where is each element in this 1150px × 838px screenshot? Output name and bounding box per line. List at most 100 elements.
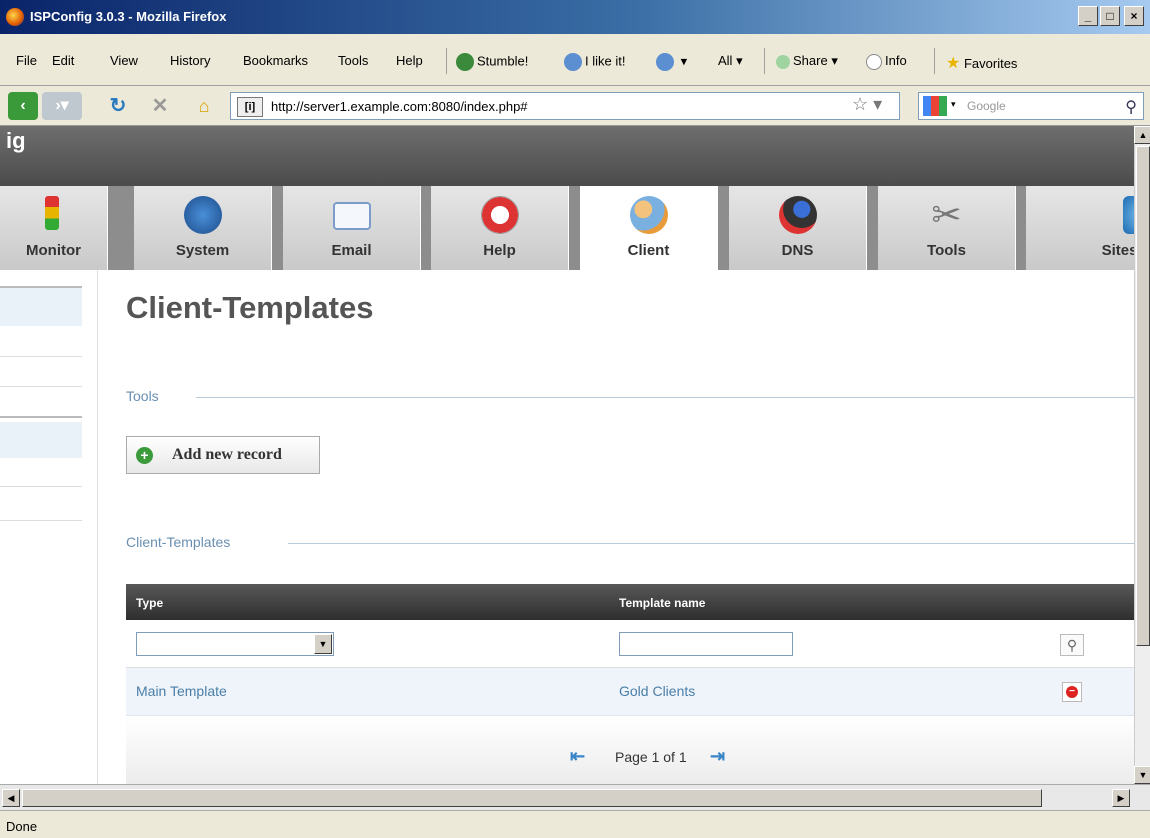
- globe-folder-icon: [1123, 196, 1134, 234]
- last-page-icon[interactable]: ⇥: [710, 746, 725, 767]
- sidebar-divider: [0, 486, 82, 487]
- home-icon[interactable]: ⌂: [190, 92, 218, 120]
- traffic-light-icon: [45, 196, 60, 230]
- table-header: Type Template name: [126, 584, 1134, 620]
- envelope-icon: [332, 202, 371, 230]
- magnifier-icon[interactable]: ⚲: [1125, 97, 1137, 117]
- ilike-label: I like it!: [585, 53, 626, 69]
- reload-icon[interactable]: ↻: [104, 92, 132, 120]
- tab-system[interactable]: System: [134, 186, 272, 270]
- first-page-icon[interactable]: ⇤: [570, 746, 585, 767]
- menu-view[interactable]: View: [110, 53, 138, 68]
- firefox-window: ISPConfig 3.0.3 - Mozilla Firefox _ □ × …: [0, 0, 1150, 838]
- google-icon[interactable]: [923, 96, 947, 116]
- tab-client[interactable]: Client: [580, 186, 718, 270]
- template-name-filter-input[interactable]: [619, 632, 793, 656]
- stumble-button[interactable]: Stumble!: [456, 53, 528, 71]
- ilike-button[interactable]: I like it!: [564, 53, 625, 71]
- horizontal-scrollbar[interactable]: ◀ ▶: [0, 784, 1150, 810]
- stop-icon[interactable]: ✕: [146, 92, 174, 120]
- module-tabs: Monitor System Email Help Client DNS ✂ T…: [0, 186, 1134, 270]
- tab-help[interactable]: Help: [431, 186, 569, 270]
- menu-file[interactable]: File: [16, 53, 37, 68]
- tab-tools[interactable]: ✂ Tools: [878, 186, 1016, 270]
- bookmark-star-icon[interactable]: ☆ ▾: [852, 94, 882, 115]
- search-box[interactable]: ▾ Google ⚲: [918, 92, 1144, 120]
- tab-dns[interactable]: DNS: [729, 186, 867, 270]
- favorites-button[interactable]: ★ Favorites: [946, 53, 1017, 73]
- add-new-record-button[interactable]: + Add new record: [126, 436, 320, 474]
- section-label: Client-Templates: [126, 534, 231, 550]
- minimize-button[interactable]: _: [1078, 6, 1098, 26]
- navigation-toolbar: ‹ ›▾ ↻ ✕ ⌂ [i] http://server1.example.co…: [0, 86, 1150, 126]
- filter-row: ▼ ⚲: [126, 620, 1134, 668]
- page-viewport: ig Monitor System Email Help Client DNS …: [0, 126, 1134, 784]
- menu-edit[interactable]: Edit: [52, 53, 74, 68]
- title-bar: ISPConfig 3.0.3 - Mozilla Firefox _ □ ×: [0, 0, 1150, 34]
- left-sidebar: [0, 270, 98, 784]
- page-indicator: Page 1 of 1: [615, 749, 687, 765]
- table-row[interactable]: Main Template Gold Clients −: [126, 668, 1134, 716]
- template-type-link[interactable]: Main Template: [136, 683, 227, 699]
- menu-help[interactable]: Help: [396, 53, 423, 68]
- share-button[interactable]: Share ▾: [776, 53, 838, 69]
- share-icon: [776, 54, 790, 69]
- column-header-template-name[interactable]: Template name: [619, 596, 705, 610]
- info-label: Info: [885, 53, 907, 68]
- url-bar[interactable]: [i] http://server1.example.com:8080/inde…: [230, 92, 900, 120]
- tab-sites[interactable]: Sites: [1026, 186, 1134, 270]
- window-title: ISPConfig 3.0.3 - Mozilla Firefox: [30, 9, 227, 24]
- menu-history[interactable]: History: [170, 53, 210, 68]
- menu-separator: [764, 48, 765, 74]
- column-header-type[interactable]: Type: [136, 596, 163, 610]
- delete-icon: −: [1066, 686, 1078, 698]
- template-name-link[interactable]: Gold Clients: [619, 683, 695, 699]
- search-placeholder: Google: [967, 99, 1006, 113]
- thumbs-up-icon: [564, 53, 582, 71]
- delete-button[interactable]: −: [1062, 682, 1082, 702]
- scroll-left-icon[interactable]: ◀: [2, 789, 20, 807]
- tab-label: Email: [331, 242, 372, 259]
- maximize-button[interactable]: □: [1100, 6, 1120, 26]
- filter-icon[interactable]: ⚲: [1060, 634, 1084, 656]
- type-filter-select[interactable]: ▼: [136, 632, 334, 656]
- status-bar: Done: [0, 810, 1150, 838]
- chevron-down-icon[interactable]: ▾: [951, 99, 956, 110]
- close-button[interactable]: ×: [1124, 6, 1144, 26]
- ispconfig-logo: ig: [6, 128, 26, 153]
- tab-monitor[interactable]: Monitor: [0, 186, 108, 270]
- scroll-up-icon[interactable]: ▲: [1134, 126, 1150, 144]
- thumbs-down-button[interactable]: ▾: [656, 53, 687, 71]
- pagination: ⇤ Page 1 of 1 ⇥: [126, 716, 1134, 784]
- site-identity-icon[interactable]: [i]: [237, 97, 263, 117]
- sidebar-item[interactable]: [0, 422, 82, 458]
- tab-label: Client: [627, 242, 670, 259]
- tab-email[interactable]: Email: [283, 186, 421, 270]
- share-label: Share: [793, 53, 828, 68]
- sidebar-divider: [0, 356, 82, 357]
- computer-icon: [183, 196, 222, 234]
- back-button[interactable]: ‹: [8, 92, 38, 120]
- all-label: All: [718, 53, 733, 68]
- all-dropdown[interactable]: All ▾: [718, 53, 743, 69]
- network-icon: [778, 196, 817, 234]
- app-header: ig: [0, 126, 1134, 188]
- vertical-scrollbar[interactable]: ▲ ▼: [1134, 126, 1150, 784]
- scroll-down-icon[interactable]: ▼: [1134, 766, 1150, 784]
- sidebar-item[interactable]: [0, 288, 82, 326]
- tab-label: Help: [483, 242, 516, 259]
- info-button[interactable]: Info: [866, 53, 907, 70]
- status-text: Done: [6, 819, 38, 834]
- forward-button[interactable]: ›▾: [42, 92, 82, 120]
- menu-separator: [934, 48, 935, 74]
- scroll-right-icon[interactable]: ▶: [1112, 789, 1130, 807]
- menu-bookmarks[interactable]: Bookmarks: [243, 53, 308, 68]
- scroll-thumb[interactable]: [1136, 146, 1150, 646]
- chevron-down-icon[interactable]: ▼: [314, 634, 332, 654]
- section-rule: [288, 543, 1134, 544]
- menu-bar: File Edit View History Bookmarks Tools H…: [0, 34, 1150, 86]
- scroll-thumb[interactable]: [22, 789, 1042, 807]
- menu-separator: [446, 48, 447, 74]
- menu-tools[interactable]: Tools: [338, 53, 368, 68]
- sidebar-divider: [0, 416, 82, 418]
